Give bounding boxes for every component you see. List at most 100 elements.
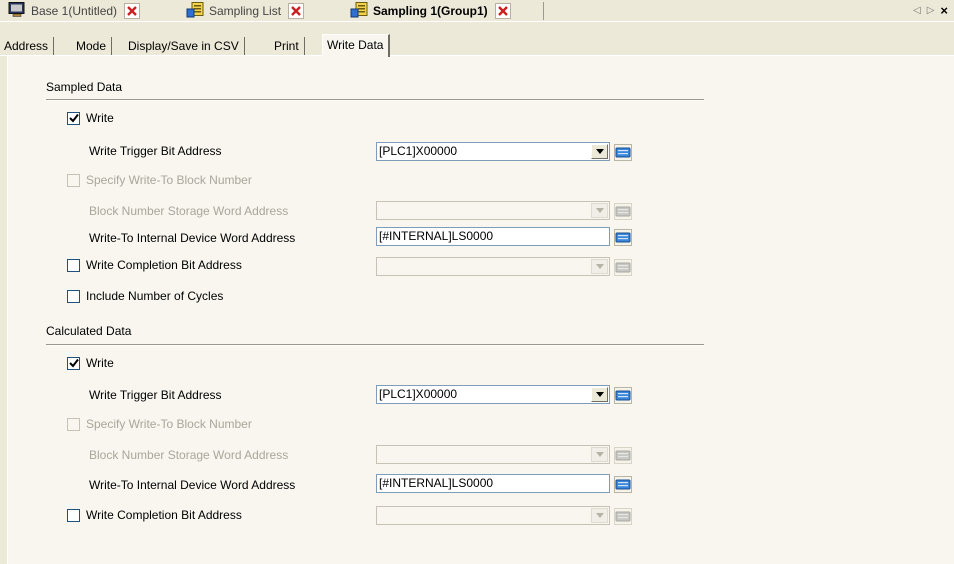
calculated-data-heading: Calculated Data bbox=[46, 324, 132, 338]
doc-tab-label: Sampling 1(Group1) bbox=[373, 4, 488, 18]
calculated-internal-keyboard-button[interactable] bbox=[613, 474, 633, 494]
calculated-write-checkbox[interactable]: Write bbox=[67, 356, 114, 370]
sampling-list-icon bbox=[186, 1, 204, 21]
sampled-trigger-keyboard-button[interactable] bbox=[613, 142, 633, 162]
checkbox-box bbox=[67, 289, 80, 303]
calculated-completion-checkbox[interactable]: Write Completion Bit Address bbox=[67, 508, 242, 522]
combo-value bbox=[377, 202, 590, 219]
dropdown-button[interactable] bbox=[591, 508, 608, 523]
property-tab-strip: Address Mode Display/Save in CSV Print W… bbox=[0, 21, 954, 58]
keyboard-icon bbox=[614, 507, 632, 525]
close-icon bbox=[497, 6, 508, 16]
close-tab-sampling1-button[interactable] bbox=[494, 3, 511, 19]
keyboard-icon bbox=[614, 202, 632, 220]
tab-address[interactable]: Address bbox=[0, 37, 55, 55]
dropdown-button[interactable] bbox=[591, 203, 608, 218]
keyboard-icon bbox=[614, 446, 632, 464]
chevron-down-icon bbox=[595, 264, 604, 269]
tab-write-data[interactable]: Write Data bbox=[322, 34, 391, 57]
dropdown-button[interactable] bbox=[591, 447, 608, 462]
sampled-internal-label: Write-To Internal Device Word Address bbox=[89, 231, 296, 245]
calculated-completion-keyboard-button[interactable] bbox=[613, 506, 633, 526]
sampled-write-checkbox[interactable]: Write bbox=[67, 111, 114, 125]
checkbox-label: Write bbox=[86, 111, 114, 125]
chevron-down-icon bbox=[595, 513, 604, 518]
chevron-down-icon bbox=[595, 392, 604, 397]
calculated-trigger-keyboard-button[interactable] bbox=[613, 385, 633, 405]
chevron-down-icon bbox=[595, 452, 604, 457]
close-icon bbox=[291, 6, 301, 16]
write-data-panel: Sampled Data Write Write Trigger Bit Add… bbox=[7, 56, 954, 564]
sampled-trigger-label: Write Trigger Bit Address bbox=[89, 144, 222, 158]
calculated-trigger-label: Write Trigger Bit Address bbox=[89, 388, 222, 402]
doc-tab-sampling-list[interactable]: Sampling List bbox=[186, 1, 305, 21]
checkbox-box bbox=[67, 508, 80, 522]
doc-tab-sampling1[interactable]: Sampling 1(Group1) bbox=[350, 1, 511, 21]
sampled-block-storage-combo[interactable] bbox=[376, 201, 610, 220]
checkbox-box bbox=[67, 173, 80, 187]
calculated-internal-input[interactable]: [#INTERNAL]LS0000 bbox=[376, 474, 610, 493]
doc-tab-label: Base 1(Untitled) bbox=[31, 4, 118, 18]
close-tab-sampling-list-button[interactable] bbox=[288, 3, 305, 19]
document-tab-strip: Base 1(Untitled) Sampling List Sampling … bbox=[0, 0, 954, 22]
calculated-block-storage-combo[interactable] bbox=[376, 445, 610, 464]
checkbox-label: Write bbox=[86, 356, 114, 370]
calculated-block-storage-keyboard-button[interactable] bbox=[613, 445, 633, 465]
keyboard-icon bbox=[614, 386, 632, 404]
calculated-internal-label: Write-To Internal Device Word Address bbox=[89, 478, 296, 492]
dropdown-button[interactable] bbox=[591, 259, 608, 274]
close-icon bbox=[127, 6, 137, 16]
sampled-completion-keyboard-button[interactable] bbox=[613, 257, 633, 277]
sampled-block-storage-keyboard-button[interactable] bbox=[613, 201, 633, 221]
tab-display-save-csv[interactable]: Display/Save in CSV bbox=[124, 37, 245, 55]
previous-tab-icon[interactable]: ◁ bbox=[913, 5, 921, 16]
next-tab-icon[interactable]: ▷ bbox=[927, 5, 935, 16]
combo-value: [PLC1]X00000 bbox=[379, 144, 458, 158]
sampled-completion-combo[interactable] bbox=[376, 257, 610, 276]
sampled-block-storage-label: Block Number Storage Word Address bbox=[89, 204, 289, 218]
sampled-specify-block-checkbox[interactable]: Specify Write-To Block Number bbox=[67, 173, 252, 187]
checkbox-box bbox=[67, 356, 80, 370]
screen-icon bbox=[8, 2, 26, 20]
keyboard-icon bbox=[614, 228, 632, 246]
combo-value: [PLC1]X00000 bbox=[379, 387, 458, 401]
sampled-cycles-checkbox[interactable]: Include Number of Cycles bbox=[67, 289, 223, 303]
sampling-icon bbox=[350, 1, 368, 21]
tab-mode[interactable]: Mode bbox=[72, 37, 113, 55]
sampled-completion-checkbox[interactable]: Write Completion Bit Address bbox=[67, 258, 242, 272]
calculated-trigger-combo[interactable]: [PLC1]X00000 bbox=[376, 385, 610, 404]
chevron-down-icon bbox=[595, 149, 604, 154]
dropdown-button[interactable] bbox=[591, 387, 608, 402]
combo-value bbox=[377, 507, 590, 524]
calculated-block-storage-label: Block Number Storage Word Address bbox=[89, 448, 289, 462]
checkbox-label: Write Completion Bit Address bbox=[86, 508, 242, 522]
close-window-icon[interactable]: × bbox=[940, 3, 948, 18]
checkbox-label: Specify Write-To Block Number bbox=[86, 417, 252, 431]
checkbox-box bbox=[67, 417, 80, 431]
checkbox-label: Include Number of Cycles bbox=[86, 289, 224, 303]
combo-value bbox=[377, 258, 590, 275]
tab-navigation: ◁ ▷ × bbox=[913, 3, 948, 18]
tab-print[interactable]: Print bbox=[270, 37, 305, 55]
calculated-completion-combo[interactable] bbox=[376, 506, 610, 525]
tab-separator bbox=[543, 2, 544, 20]
checkbox-label: Write Completion Bit Address bbox=[86, 258, 242, 272]
dropdown-button[interactable] bbox=[591, 144, 608, 159]
doc-tab-base1[interactable]: Base 1(Untitled) bbox=[8, 2, 141, 20]
sampled-trigger-combo[interactable]: [PLC1]X00000 bbox=[376, 142, 610, 161]
combo-value bbox=[377, 446, 590, 463]
sampled-internal-keyboard-button[interactable] bbox=[613, 227, 633, 247]
checkbox-label: Specify Write-To Block Number bbox=[86, 173, 252, 187]
sampled-data-heading: Sampled Data bbox=[46, 80, 123, 94]
keyboard-icon bbox=[614, 143, 632, 161]
doc-tab-label: Sampling List bbox=[209, 4, 282, 18]
checkbox-box bbox=[67, 111, 80, 125]
keyboard-icon bbox=[614, 475, 632, 493]
calculated-specify-block-checkbox[interactable]: Specify Write-To Block Number bbox=[67, 417, 252, 431]
checkmark-icon bbox=[68, 113, 79, 123]
keyboard-icon bbox=[614, 258, 632, 276]
close-tab-base1-button[interactable] bbox=[124, 3, 141, 19]
checkmark-icon bbox=[68, 358, 79, 368]
sampled-internal-input[interactable]: [#INTERNAL]LS0000 bbox=[376, 227, 610, 246]
section-divider bbox=[46, 99, 704, 101]
